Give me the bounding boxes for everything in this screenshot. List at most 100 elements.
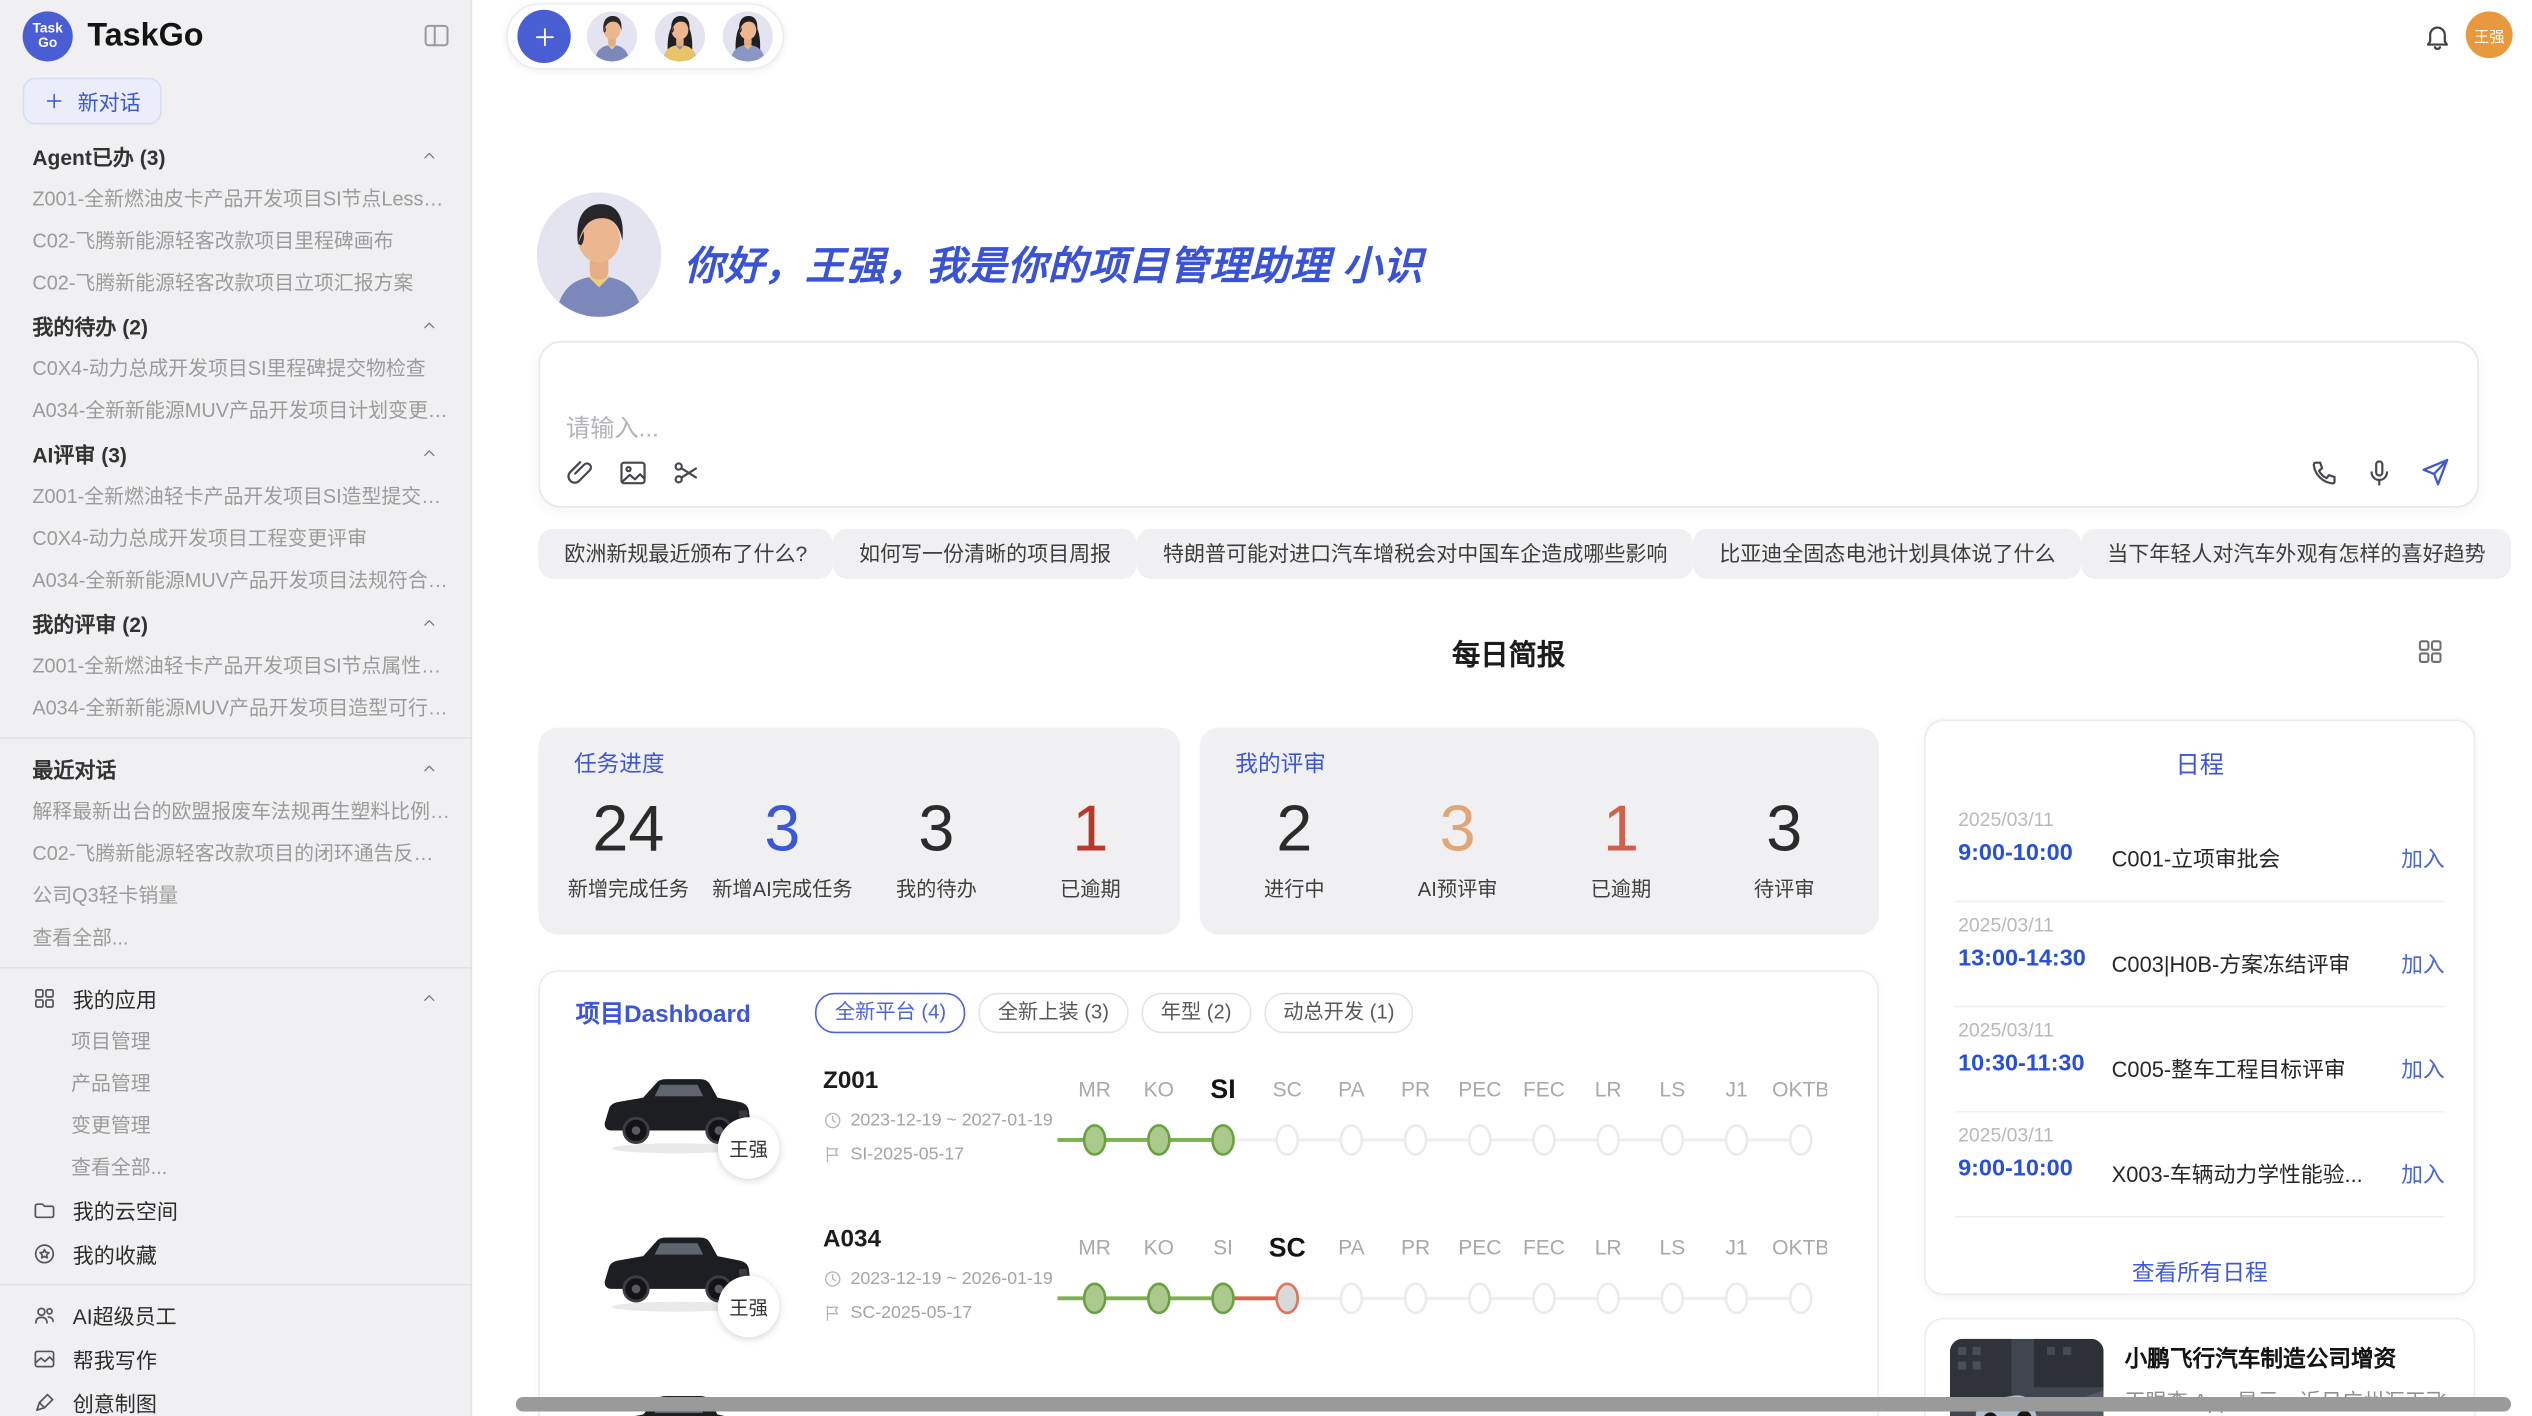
date-range-text: 2023-12-19 ~ 2026-01-19 xyxy=(850,1269,1052,1288)
sidebar-item-my-apps[interactable]: 我的应用 xyxy=(0,977,471,1021)
svg-text:SC: SC xyxy=(1273,1078,1302,1101)
assistant-greeting: 你好，王强，我是你的项目管理助理 小识 xyxy=(684,236,1423,293)
sidebar-item-folder[interactable]: 我的云空间 xyxy=(0,1188,471,1232)
horizontal-scrollbar[interactable] xyxy=(516,1397,2511,1412)
sidebar-tool-write[interactable]: 帮我写作 xyxy=(0,1337,471,1381)
screenshot-icon[interactable] xyxy=(671,458,702,489)
stat-value: 3 xyxy=(1703,792,1866,866)
sidebar-item[interactable]: 解释最新出台的欧盟报废车法规再生塑料比例被调至15%... xyxy=(0,791,471,833)
chevron-up-icon xyxy=(420,147,438,165)
member-avatar-2[interactable] xyxy=(655,11,705,61)
project-row: 王强Z0012023-12-19 ~ 2027-01-19SI-2025-05-… xyxy=(540,1049,1877,1206)
microphone-icon[interactable] xyxy=(2364,457,2395,488)
sidebar-app-item[interactable]: 变更管理 xyxy=(0,1104,471,1146)
sidebar-section-header-1[interactable]: 我的待办 (2) xyxy=(0,304,471,348)
tool-label: 创意制图 xyxy=(73,1387,157,1416)
svg-text:LS: LS xyxy=(1660,1078,1686,1101)
stat-column: 3 我的待办 xyxy=(859,792,1013,902)
insert-image-icon[interactable] xyxy=(618,458,649,489)
schedule-time: 9:00-10:00 xyxy=(1958,841,2073,867)
suggestion-chip[interactable]: 比亚迪全固态电池计划具体说了什么 xyxy=(1693,529,2081,579)
apps-grid-icon xyxy=(32,986,56,1010)
sidebar-item[interactable]: A034-全新新能源MUV产品开发项目计划变更表编写 xyxy=(0,390,471,432)
sidebar-app-item[interactable]: 项目管理 xyxy=(0,1020,471,1062)
join-link[interactable]: 加入 xyxy=(2401,841,2445,873)
view-all-schedule-link[interactable]: 查看所有日程 xyxy=(1926,1256,2474,1288)
date-range-text: 2023-12-19 ~ 2027-01-19 xyxy=(850,1111,1052,1130)
sidebar-item[interactable]: 查看全部... xyxy=(0,917,471,959)
member-avatar-3[interactable] xyxy=(723,11,773,61)
stat-column: 1已逾期 xyxy=(1013,792,1167,902)
sidebar-recent-header[interactable]: 最近对话 xyxy=(0,747,471,791)
section-label: AI评审 (3) xyxy=(32,438,127,469)
svg-text:OKTB: OKTB xyxy=(1772,1078,1827,1101)
svg-text:PEC: PEC xyxy=(1458,1078,1501,1101)
stat-label: 我的待办 xyxy=(859,872,1013,903)
dashboard-tab[interactable]: 全新平台 (4) xyxy=(815,993,965,1033)
svg-text:PR: PR xyxy=(1401,1237,1430,1260)
send-icon[interactable] xyxy=(2419,456,2451,488)
sidebar-item-star[interactable]: 我的收藏 xyxy=(0,1232,471,1276)
project-flag-milestone: SC-2025-05-17 xyxy=(823,1303,972,1322)
schedule-title: 日程 xyxy=(1926,747,2474,781)
project-owner-chip: 王强 xyxy=(718,1117,779,1178)
svg-text:SC: SC xyxy=(1269,1232,1306,1262)
new-chat-button[interactable]: 新对话 xyxy=(23,78,162,125)
sidebar-tool-people[interactable]: AI超级员工 xyxy=(0,1294,471,1338)
sidebar-app-item[interactable]: 查看全部... xyxy=(0,1146,471,1188)
sidebar-section-header-0[interactable]: Agent已办 (3) xyxy=(0,134,471,178)
sidebar-item[interactable]: C0X4-动力总成开发项目SI里程碑提交物检查 xyxy=(0,348,471,390)
svg-text:MR: MR xyxy=(1078,1078,1111,1101)
flag-text: SI-2025-05-17 xyxy=(850,1145,964,1164)
sidebar-item[interactable]: C02-飞腾新能源轻客改款项目里程碑画布 xyxy=(0,220,471,262)
sidebar-section-header-2[interactable]: AI评审 (3) xyxy=(0,432,471,476)
chevron-up-icon xyxy=(420,990,438,1008)
sidebar-item[interactable]: A034-全新新能源MUV产品开发项目造型可行性评审 xyxy=(0,687,471,729)
sidebar-section-header-3[interactable]: 我的评审 (2) xyxy=(0,601,471,645)
sidebar-collapse-icon[interactable] xyxy=(422,21,451,50)
join-link[interactable]: 加入 xyxy=(2401,1156,2445,1188)
sidebar-item[interactable]: C02-飞腾新能源轻客改款项目的闭环通告反馈情况 xyxy=(0,833,471,875)
chat-composer[interactable]: 请输入... xyxy=(538,341,2478,508)
news-title: 小鹏飞行汽车制造公司增资 xyxy=(2125,1342,2397,1374)
user-avatar-badge[interactable]: 王强 xyxy=(2466,11,2513,58)
stat-column: 3待评审 xyxy=(1703,792,1866,902)
svg-text:LR: LR xyxy=(1595,1237,1622,1260)
link-label: 我的收藏 xyxy=(73,1239,157,1270)
sidebar-item[interactable]: A034-全新新能源MUV产品开发项目法规符合性评审 xyxy=(0,559,471,601)
member-avatar-1[interactable] xyxy=(587,11,637,61)
schedule-date: 2025/03/11 xyxy=(1958,1019,2054,1042)
daily-briefing-title: 每日简报 xyxy=(538,634,2478,674)
sidebar-item[interactable]: 公司Q3轻卡销量 xyxy=(0,875,471,917)
sidebar-item[interactable]: C0X4-动力总成开发项目工程变更评审 xyxy=(0,517,471,559)
notification-bell-icon[interactable] xyxy=(2422,21,2453,52)
voice-call-icon[interactable] xyxy=(2309,457,2340,488)
sidebar-item[interactable]: Z001-全新燃油轻卡产品开发项目SI节点属性5D文件评审 xyxy=(0,645,471,687)
stat-label: 进行中 xyxy=(1213,872,1376,903)
section-label: 我的待办 (2) xyxy=(32,310,148,341)
sidebar-app-item[interactable]: 产品管理 xyxy=(0,1062,471,1104)
dashboard-tab[interactable]: 动总开发 (1) xyxy=(1264,993,1414,1033)
suggestion-chip[interactable]: 如何写一份清晰的项目周报 xyxy=(833,529,1137,579)
suggestion-chip[interactable]: 特朗普可能对进口汽车增税会对中国车企造成哪些影响 xyxy=(1137,529,1693,579)
sidebar-item[interactable]: Z001-全新燃油轻卡产品开发项目SI造型提交物评审 xyxy=(0,475,471,517)
chevron-up-icon xyxy=(420,317,438,335)
svg-text:SI: SI xyxy=(1213,1237,1233,1260)
schedule-event-title: C005-整车工程目标评审 xyxy=(2112,1051,2346,1083)
join-link[interactable]: 加入 xyxy=(2401,1051,2445,1083)
add-member-button[interactable] xyxy=(517,10,570,63)
layout-grid-icon[interactable] xyxy=(2416,637,2445,666)
join-link[interactable]: 加入 xyxy=(2401,946,2445,978)
schedule-event-title: C003|H0B-方案冻结评审 xyxy=(2112,946,2351,978)
dashboard-tab[interactable]: 年型 (2) xyxy=(1141,993,1251,1033)
sidebar: Task Go TaskGo 新对话 Agent已办 (3)Z001-全新燃油皮… xyxy=(0,0,472,1416)
dashboard-tab[interactable]: 全新上装 (3) xyxy=(978,993,1128,1033)
schedule-list: 2025/03/119:00-10:00C001-立项审批会加入2025/03/… xyxy=(1926,797,2474,1217)
stat-value: 3 xyxy=(859,792,1013,866)
suggestion-chip[interactable]: 欧洲新规最近颁布了什么? xyxy=(538,529,833,579)
sidebar-item[interactable]: Z001-全新燃油皮卡产品开发项目SI节点Lesson Learn报告 xyxy=(0,178,471,220)
attach-file-icon[interactable] xyxy=(564,458,595,489)
sidebar-tool-draw[interactable]: 创意制图 xyxy=(0,1381,471,1416)
suggestion-chip[interactable]: 当下年轻人对汽车外观有怎样的喜好趋势 xyxy=(2081,529,2511,579)
sidebar-item[interactable]: C02-飞腾新能源轻客改款项目立项汇报方案 xyxy=(0,262,471,304)
